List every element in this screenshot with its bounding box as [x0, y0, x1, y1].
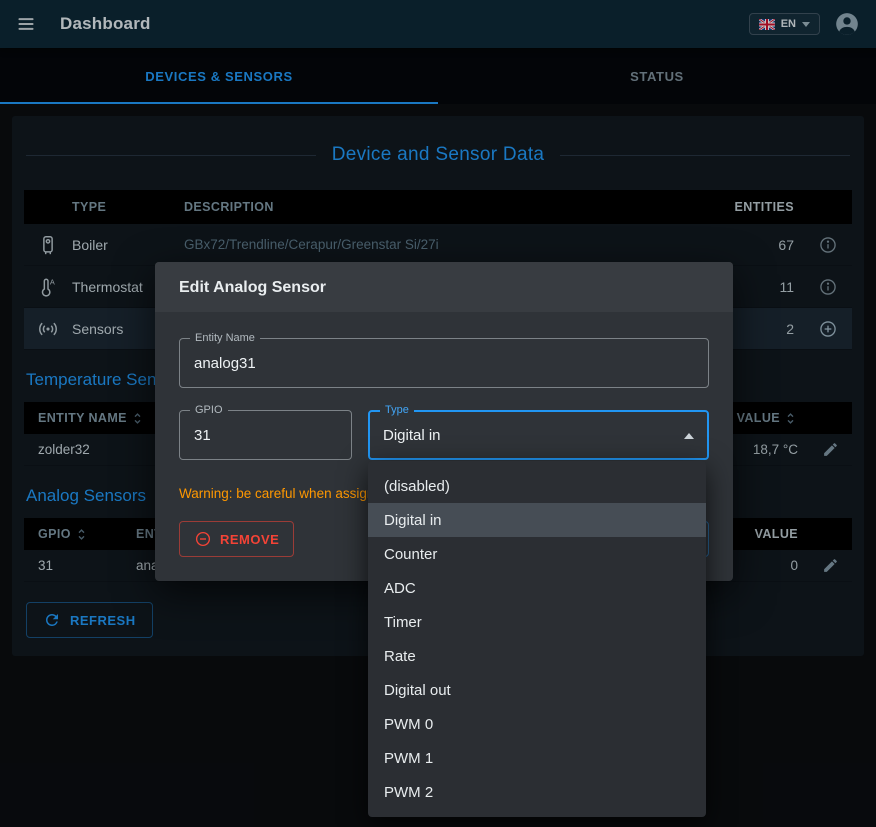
menu-item-timer[interactable]: Timer: [368, 605, 706, 639]
gpio-type-row: GPIO 31 Type Digital in: [179, 410, 709, 460]
gpio-field[interactable]: GPIO 31: [179, 410, 352, 460]
menu-item-rate[interactable]: Rate: [368, 639, 706, 673]
menu-item-disabled[interactable]: (disabled): [368, 469, 706, 503]
menu-item-counter[interactable]: Counter: [368, 537, 706, 571]
type-select[interactable]: Type Digital in: [368, 410, 709, 460]
type-label: Type: [380, 404, 414, 416]
menu-item-pwm-0[interactable]: PWM 0: [368, 707, 706, 741]
menu-item-digital-out[interactable]: Digital out: [368, 673, 706, 707]
remove-label: REMOVE: [220, 532, 279, 547]
remove-button[interactable]: REMOVE: [179, 521, 294, 557]
minus-circle-icon: [194, 530, 212, 548]
menu-item-pwm-2[interactable]: PWM 2: [368, 775, 706, 809]
dialog-title: Edit Analog Sensor: [155, 262, 733, 312]
entity-name-field[interactable]: Entity Name analog31: [179, 338, 709, 388]
gpio-label: GPIO: [190, 404, 228, 416]
type-value: Digital in: [370, 412, 707, 444]
dropdown-arrow-icon: [684, 433, 694, 439]
menu-item-adc[interactable]: ADC: [368, 571, 706, 605]
menu-item-digital-in[interactable]: Digital in: [368, 503, 706, 537]
menu-item-pwm-1[interactable]: PWM 1: [368, 741, 706, 775]
type-dropdown-menu: (disabled) Digital in Counter ADC Timer …: [368, 461, 706, 817]
entity-name-label: Entity Name: [190, 332, 260, 344]
